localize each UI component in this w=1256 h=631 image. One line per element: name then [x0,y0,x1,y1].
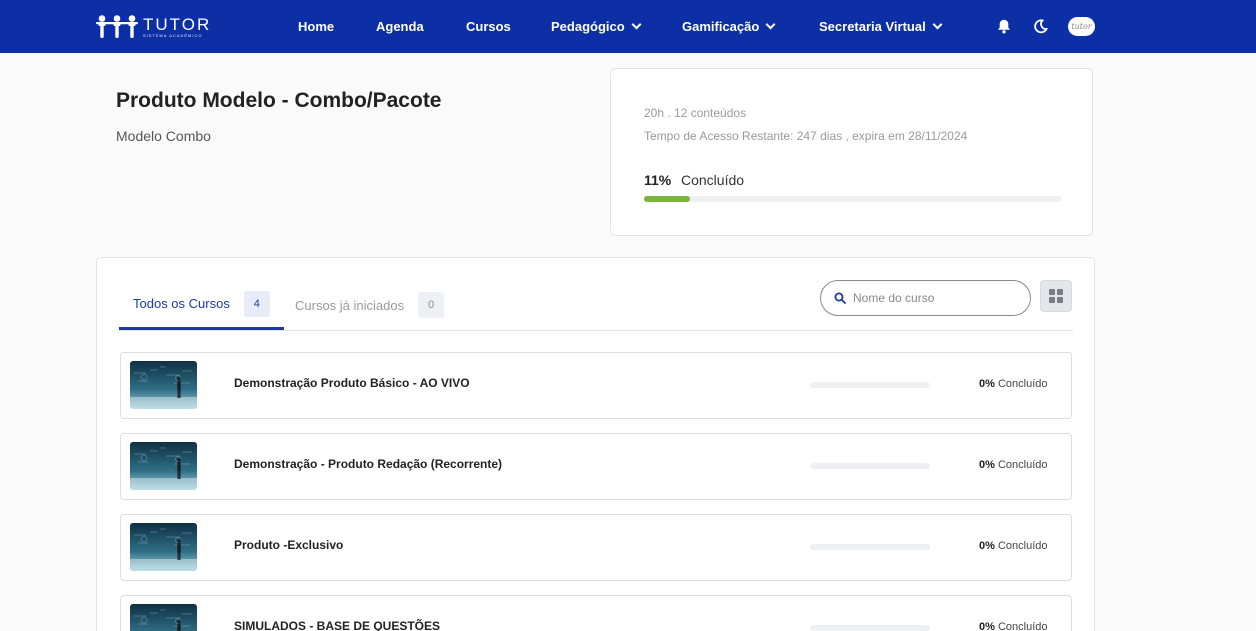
course-thumbnail [130,361,197,409]
overall-progress-bar [644,196,1061,202]
nav-gamificacao[interactable]: Gamificação [682,0,776,53]
chevron-down-icon [932,19,943,30]
logo-title: TUTOR [143,14,212,34]
course-search[interactable] [820,280,1031,316]
course-card[interactable]: Demonstração - Produto Redação (Recorren… [120,433,1072,500]
nav-agenda-label: Agenda [376,19,424,34]
access-remaining: Tempo de Acesso Restante: 247 dias , exp… [644,129,968,143]
top-navbar: TUTOR SISTEMA ACADÊMICO Home Agenda Curs… [0,0,1256,53]
logo-subtitle: SISTEMA ACADÊMICO [143,32,203,38]
nav-gamificacao-label: Gamificação [682,19,760,34]
course-card[interactable]: Produto -Exclusivo 0% Concluído [120,514,1072,581]
tutor-logo[interactable]: TUTOR SISTEMA ACADÊMICO [96,13,211,41]
course-progress-text: 0% Concluído [979,378,1048,390]
course-percent: 0% [979,540,995,552]
nav-pedagogico-label: Pedagógico [551,19,625,34]
moon-icon[interactable] [1030,16,1050,36]
progress-card: 20h . 12 conteúdos Tempo de Acesso Resta… [610,68,1093,236]
avatar-text: tutor [1071,22,1092,31]
chevron-down-icon [765,19,776,30]
search-icon [834,292,846,304]
nav-agenda[interactable]: Agenda [376,0,424,53]
nav-secretaria-label: Secretaria Virtual [819,19,926,34]
course-progress-text: 0% Concluído [979,621,1048,631]
course-progress-bar [810,625,930,631]
course-thumbnail [130,604,197,631]
course-done-label: Concluído [997,621,1048,631]
tab-count-badge: 4 [243,290,270,317]
nav-home-label: Home [298,19,335,34]
overall-progress-label: Concluído [681,172,745,188]
course-card[interactable]: Demonstração Produto Básico - AO VIVO 0%… [120,352,1072,419]
chevron-down-icon [631,19,642,30]
nav-home[interactable]: Home [298,0,334,53]
tab-cursos-iniciados[interactable]: Cursos já iniciados 0 [281,280,458,330]
course-progress-bar [810,382,930,388]
tab-todos-os-cursos[interactable]: Todos os Cursos 4 [119,280,284,330]
search-input[interactable] [853,291,1013,305]
overall-progress-fill [644,196,690,202]
course-card[interactable]: SIMULADOS - BASE DE QUESTÕES 0% Concluíd… [120,595,1072,631]
course-title: Demonstração - Produto Redação (Recorren… [234,457,503,471]
tab-label: Cursos já iniciados [295,297,405,313]
course-title: Demonstração Produto Básico - AO VIVO [234,376,470,390]
courses-panel: Todos os Cursos 4 Cursos já iniciados 0 [96,257,1095,631]
course-title: Produto -Exclusivo [234,538,344,552]
course-progress-bar [810,463,930,469]
grid-view-button[interactable] [1040,280,1072,312]
course-progress-text: 0% Concluído [979,459,1048,471]
grid-icon [1049,289,1063,303]
tabs-divider [119,330,1073,331]
course-percent: 0% [979,459,995,471]
tab-count-badge: 0 [418,292,445,318]
page-subtitle: Modelo Combo [116,128,211,144]
nav-cursos[interactable]: Cursos [466,0,511,53]
course-thumbnail [130,523,197,571]
course-done-label: Concluído [997,459,1048,471]
course-percent: 0% [979,621,995,631]
course-done-label: Concluído [997,378,1048,390]
nav-secretaria-virtual[interactable]: Secretaria Virtual [819,0,943,53]
nav-cursos-label: Cursos [466,19,511,34]
course-percent: 0% [979,378,995,390]
course-title: SIMULADOS - BASE DE QUESTÕES [234,619,441,631]
tab-label: Todos os Cursos [133,296,230,311]
nav-pedagogico[interactable]: Pedagógico [551,0,642,53]
user-avatar[interactable]: tutor [1068,17,1095,36]
bell-icon[interactable] [994,16,1014,36]
page-title: Produto Modelo - Combo/Pacote [116,89,442,112]
course-summary: 20h . 12 conteúdos [644,106,747,120]
course-progress-text: 0% Concluído [979,540,1048,552]
course-thumbnail [130,442,197,490]
course-progress-bar [810,544,930,550]
logo-figures-icon [96,14,138,40]
course-done-label: Concluído [997,540,1048,552]
overall-percent: 11% [644,172,672,188]
